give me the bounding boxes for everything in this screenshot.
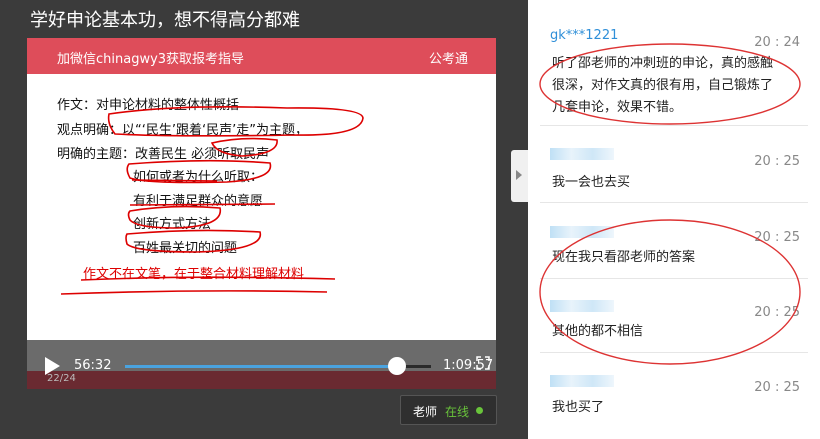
panel-toggle-button[interactable] [511,150,528,202]
video-controls: 56:32 1:09:57 22/24 [27,340,496,389]
teacher-label: 老师 [413,405,438,419]
page-indicator: 22/24 [47,373,76,384]
slide-document: 作文：对申论材料的整体性概括 观点明确：以“‘民生’跟着‘民声’走”为主题， 明… [27,74,496,340]
online-dot-icon [476,407,483,414]
chat-panel: gk***1221 20 : 24 听了邵老师的冲刺班的申论，真的感触 很深，对… [528,0,820,439]
banner-left-text: 加微信chinagwy3获取报考指导 [57,52,245,67]
current-time: 56:32 [74,358,112,373]
fullscreen-icon[interactable] [476,356,490,370]
chat-annotation-circles [539,43,801,365]
progress-track[interactable] [125,357,431,375]
chevron-right-icon [516,170,522,180]
teacher-status-badge: 老师 在线 [400,395,497,425]
handwritten-annotations [60,106,364,295]
page-title: 学好申论基本功，想不得高分都难 [30,10,300,31]
video-player[interactable]: 加微信chinagwy3获取报考指导 公考通 作文：对申论材料的整体性概括 观点… [27,38,496,389]
banner-right-text: 公考通 [428,52,468,67]
progress-fill [125,365,398,368]
video-banner: 加微信chinagwy3获取报考指导 公考通 [27,38,496,74]
online-status: 在线 [445,405,470,419]
controls-lower-bar [27,371,496,389]
